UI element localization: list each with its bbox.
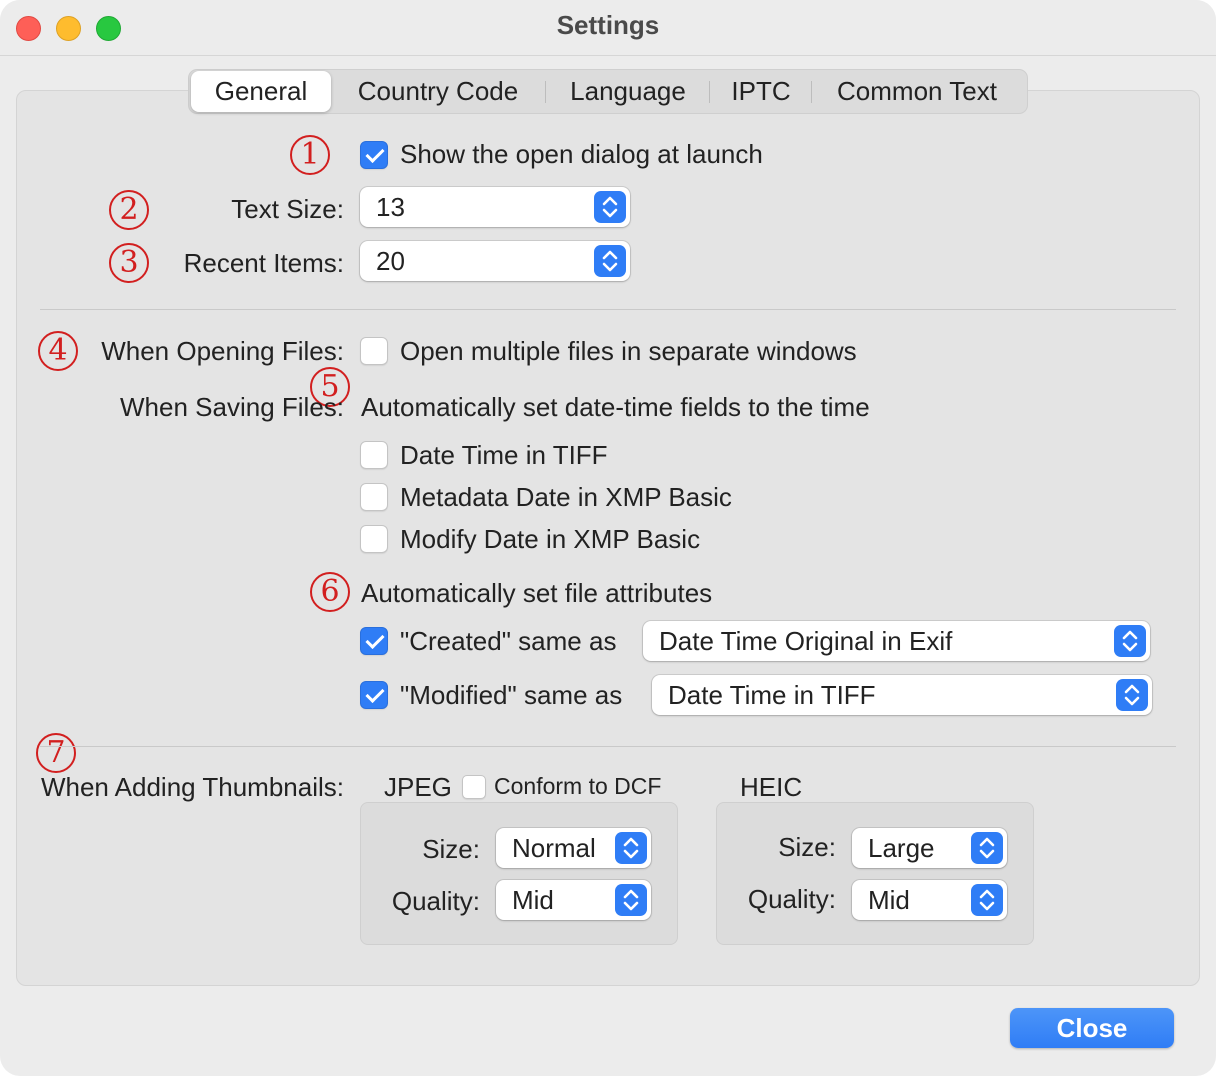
tab-general[interactable]: General <box>191 71 331 112</box>
chevron-up-down-icon <box>1114 625 1146 657</box>
heic-thumbnail-group <box>716 802 1034 945</box>
tab-bar: General Country Code Language IPTC Commo… <box>188 69 1028 114</box>
heic-size-value: Large <box>868 833 935 863</box>
modified-same-as-label: "Modified" same as <box>400 680 623 710</box>
open-separate-windows-checkbox[interactable] <box>360 337 388 365</box>
date-time-tiff-label: Date Time in TIFF <box>400 440 608 470</box>
annotation-marker-7: 7 <box>36 733 76 773</box>
date-time-tiff-checkbox[interactable] <box>360 441 388 469</box>
tab-separator <box>709 81 710 103</box>
created-same-as-checkbox[interactable] <box>360 627 388 655</box>
annotation-marker-4: 4 <box>38 331 78 371</box>
when-opening-files-label: When Opening Files: <box>101 336 344 366</box>
annotation-marker-6: 6 <box>310 572 350 612</box>
section-divider <box>40 309 1176 310</box>
chevron-up-down-icon <box>971 884 1003 916</box>
metadata-date-xmp-label: Metadata Date in XMP Basic <box>400 482 732 512</box>
chevron-up-down-icon <box>1116 679 1148 711</box>
heic-size-popup[interactable]: Large <box>852 828 1007 868</box>
modified-source-popup[interactable]: Date Time in TIFF <box>652 675 1152 715</box>
conform-dcf-checkbox[interactable] <box>462 775 486 799</box>
modified-source-value: Date Time in TIFF <box>668 680 876 710</box>
conform-dcf-label: Conform to DCF <box>494 773 662 799</box>
show-open-dialog-checkbox[interactable] <box>360 141 388 169</box>
when-saving-files-label: When Saving Files: <box>120 392 344 422</box>
jpeg-quality-label: Quality: <box>391 886 480 916</box>
modify-date-xmp-checkbox[interactable] <box>360 525 388 553</box>
tab-common-text[interactable]: Common Text <box>819 70 1015 113</box>
window-title: Settings <box>556 10 660 40</box>
metadata-date-xmp-checkbox[interactable] <box>360 483 388 511</box>
recent-items-value: 20 <box>376 246 405 276</box>
jpeg-size-value: Normal <box>512 833 596 863</box>
chevron-up-down-icon <box>594 191 626 223</box>
text-size-label: Text Size: <box>231 194 344 224</box>
jpeg-title: JPEG <box>384 772 452 802</box>
jpeg-quality-popup[interactable]: Mid <box>496 880 651 920</box>
jpeg-size-label: Size: <box>422 834 480 864</box>
tab-language[interactable]: Language <box>553 70 703 113</box>
text-size-popup[interactable]: 13 <box>360 187 630 227</box>
heic-title: HEIC <box>740 772 803 802</box>
heic-quality-label: Quality: <box>747 884 836 914</box>
when-adding-thumbnails-label: When Adding Thumbnails: <box>40 772 344 802</box>
tab-iptc[interactable]: IPTC <box>717 70 805 113</box>
chevron-up-down-icon <box>971 832 1003 864</box>
close-button[interactable]: Close <box>1010 1008 1174 1048</box>
tab-country-code[interactable]: Country Code <box>339 70 537 113</box>
annotation-marker-1: 1 <box>290 135 330 175</box>
title-bar: Settings <box>0 0 1216 56</box>
tab-separator <box>811 81 812 103</box>
section-divider <box>40 746 1176 747</box>
jpeg-thumbnail-group <box>360 802 678 945</box>
heic-size-label: Size: <box>778 832 836 862</box>
heic-quality-popup[interactable]: Mid <box>852 880 1007 920</box>
chevron-up-down-icon <box>615 884 647 916</box>
chevron-up-down-icon <box>594 245 626 277</box>
jpeg-quality-value: Mid <box>512 885 554 915</box>
show-open-dialog-label: Show the open dialog at launch <box>400 139 763 169</box>
settings-window: Settings General Country Code Language I… <box>0 0 1216 1076</box>
modified-same-as-checkbox[interactable] <box>360 681 388 709</box>
chevron-up-down-icon <box>615 832 647 864</box>
open-separate-windows-label: Open multiple files in separate windows <box>400 336 857 366</box>
created-source-value: Date Time Original in Exif <box>659 626 953 656</box>
tab-separator <box>545 81 546 103</box>
recent-items-label: Recent Items: <box>183 248 344 278</box>
created-same-as-label: "Created" same as <box>400 626 617 656</box>
recent-items-popup[interactable]: 20 <box>360 241 630 281</box>
jpeg-size-popup[interactable]: Normal <box>496 828 651 868</box>
file-attributes-heading: Automatically set file attributes <box>361 578 713 608</box>
modify-date-xmp-label: Modify Date in XMP Basic <box>400 524 701 554</box>
datetime-heading: Automatically set date-time fields to th… <box>361 392 870 422</box>
created-source-popup[interactable]: Date Time Original in Exif <box>643 621 1150 661</box>
text-size-value: 13 <box>376 192 405 222</box>
heic-quality-value: Mid <box>868 885 910 915</box>
